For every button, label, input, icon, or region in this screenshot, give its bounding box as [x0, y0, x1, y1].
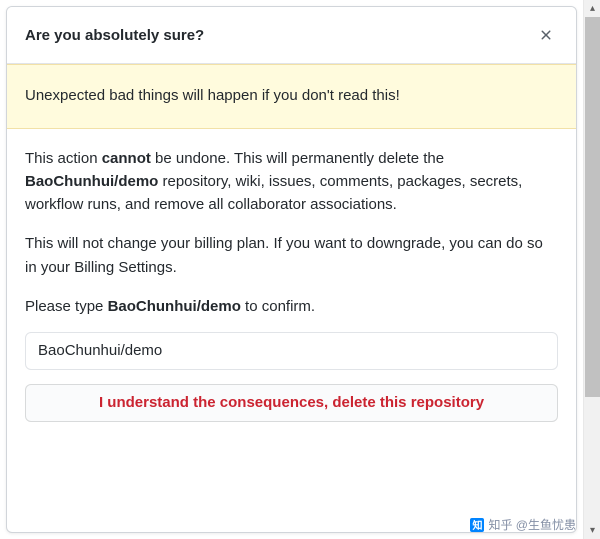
dialog-body: This action cannot be undone. This will …	[7, 129, 576, 533]
watermark: 知 知乎 @生鱼忧患	[470, 516, 576, 533]
scrollbar-thumb[interactable]	[585, 17, 600, 397]
watermark-text: 知乎 @生鱼忧患	[488, 516, 576, 533]
confirm-instruction: Please type BaoChunhui/demo to confirm.	[25, 295, 558, 318]
zhihu-logo-icon: 知	[470, 518, 484, 532]
confirm-repo-input[interactable]	[25, 332, 558, 370]
scrollbar[interactable]: ▴ ▾	[583, 0, 600, 539]
scroll-down-arrow-icon[interactable]: ▾	[584, 522, 600, 539]
delete-description-1: This action cannot be undone. This will …	[25, 147, 558, 217]
delete-description-2: This will not change your billing plan. …	[25, 232, 558, 279]
close-button[interactable]	[534, 23, 558, 47]
close-icon	[538, 27, 554, 43]
confirm-delete-dialog: Are you absolutely sure? Unexpected bad …	[6, 6, 577, 533]
delete-repository-button[interactable]: I understand the consequences, delete th…	[25, 384, 558, 422]
dialog-header: Are you absolutely sure?	[7, 7, 576, 64]
dialog-title: Are you absolutely sure?	[25, 27, 204, 44]
scroll-up-arrow-icon[interactable]: ▴	[584, 0, 600, 17]
warning-banner: Unexpected bad things will happen if you…	[7, 64, 576, 129]
